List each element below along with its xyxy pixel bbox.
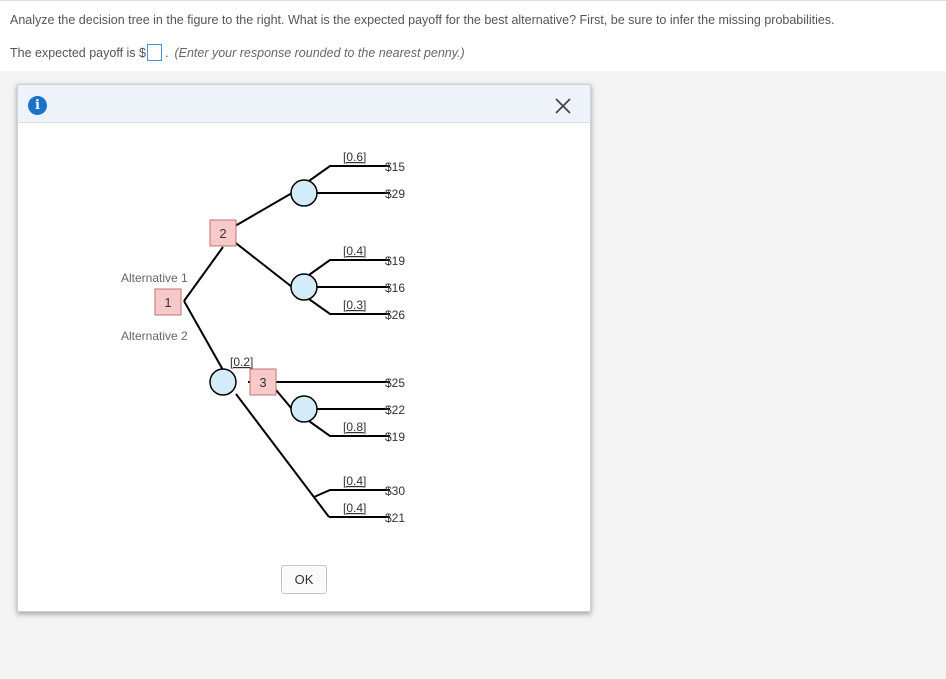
prob-label: [0.4] [343, 474, 366, 488]
prob-label: [0.2] [230, 355, 253, 369]
payoff-label: $15 [385, 160, 405, 174]
figure-dialog: i 1 2 3 Alternative 1 Alternative 2 [0.6… [17, 84, 591, 612]
question-area: Analyze the decision tree in the figure … [0, 0, 946, 71]
alternative-2-label: Alternative 2 [121, 329, 188, 343]
payoff-label: $22 [385, 403, 405, 417]
alternative-1-label: Alternative 1 [121, 271, 188, 285]
prob-label: [0.4] [343, 501, 366, 515]
payoff-label: $26 [385, 308, 405, 322]
decision-tree: 1 2 3 Alternative 1 Alternative 2 [0.6] … [121, 150, 405, 525]
decision-node-3-label: 3 [259, 375, 266, 390]
dialog-header: i [18, 85, 590, 123]
prob-label: [0.4] [343, 244, 366, 258]
answer-input[interactable] [146, 44, 162, 61]
payoff-label: $29 [385, 187, 405, 201]
payoff-label: $16 [385, 281, 405, 295]
answer-hint: (Enter your response rounded to the near… [174, 45, 465, 60]
prob-label: [0.8] [343, 420, 366, 434]
payoff-label: $19 [385, 430, 405, 444]
answer-line: The expected payoff is $ . (Enter your r… [10, 44, 465, 61]
chance-node-a [290, 179, 318, 207]
question-text: Analyze the decision tree in the figure … [10, 13, 835, 27]
answer-suffix: . [164, 45, 169, 60]
decision-node-1-label: 1 [164, 295, 171, 310]
payoff-label: $19 [385, 254, 405, 268]
prob-label: [0.3] [343, 298, 366, 312]
prob-label: [0.6] [343, 150, 366, 164]
tree-branches [183, 165, 390, 518]
payoff-label: $25 [385, 376, 405, 390]
close-icon[interactable] [552, 95, 574, 117]
decision-node-2-label: 2 [219, 226, 226, 241]
chance-node-d [290, 395, 318, 423]
info-icon: i [28, 96, 47, 115]
ok-button[interactable]: OK [281, 565, 327, 594]
answer-prefix: The expected payoff is $ [10, 45, 146, 60]
chance-node-c [209, 368, 237, 396]
payoff-label: $21 [385, 511, 405, 525]
payoff-label: $30 [385, 484, 405, 498]
chance-node-b [290, 273, 318, 301]
